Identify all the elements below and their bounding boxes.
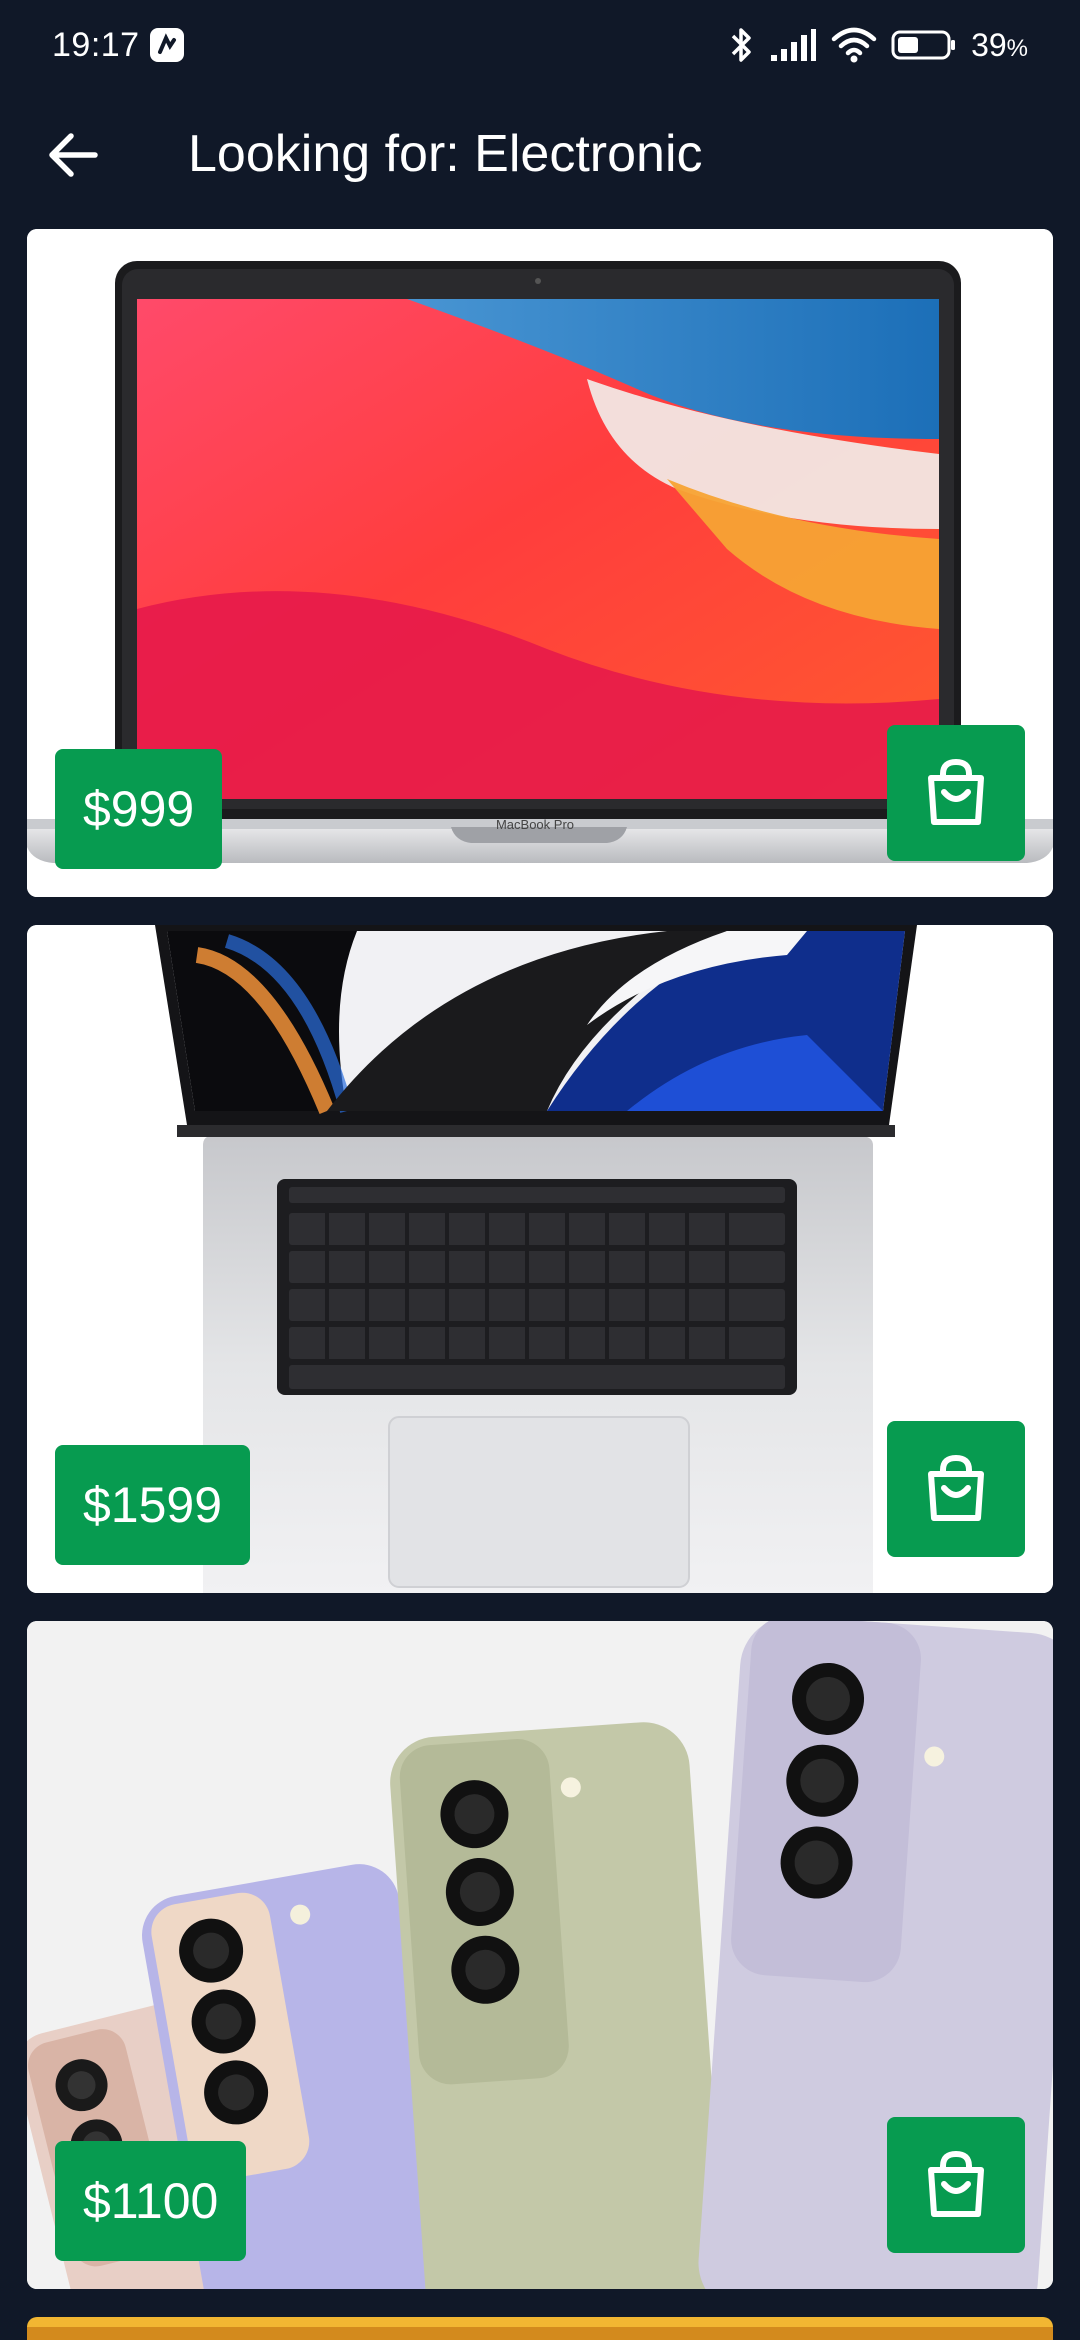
shopping-bag-icon — [928, 2150, 984, 2217]
product-card[interactable]: $1100 — [27, 1621, 1053, 2289]
shopping-bag-icon — [928, 1454, 984, 1521]
status-bar: 19:17 39% — [0, 0, 1080, 90]
battery-unit: % — [1006, 34, 1028, 62]
battery-text: 39% — [971, 27, 1028, 64]
price-badge: $1599 — [55, 1445, 251, 1565]
battery-percent: 39 — [971, 26, 1007, 63]
wifi-icon — [831, 27, 877, 63]
price-badge: $999 — [55, 749, 223, 869]
add-to-cart-button[interactable] — [887, 1421, 1025, 1557]
signal-icon — [771, 29, 817, 61]
back-button[interactable] — [40, 122, 106, 188]
product-card-partial[interactable] — [27, 2317, 1053, 2340]
price-badge: $1100 — [55, 2141, 247, 2261]
app-notification-icon — [149, 28, 184, 62]
status-time: 19:17 — [52, 25, 140, 64]
page-title: Looking for: Electronic — [188, 125, 703, 183]
bluetooth-icon — [731, 28, 751, 62]
add-to-cart-button[interactable] — [887, 725, 1025, 861]
product-list-screen: 19:17 39% Looking for: Electronic MacBoo… — [0, 0, 1080, 2340]
product-card[interactable]: $1599 — [27, 925, 1053, 1593]
product-image-partial — [27, 2327, 1053, 2340]
laptop-screen-label: MacBook Pro — [496, 817, 574, 832]
battery-icon — [891, 30, 956, 60]
arrow-left-icon — [49, 133, 98, 177]
product-card[interactable]: MacBook Pro $999 — [27, 229, 1053, 897]
app-bar: Looking for: Electronic — [0, 100, 1080, 210]
add-to-cart-button[interactable] — [887, 2117, 1025, 2253]
status-icons: 39% — [729, 25, 1028, 65]
shopping-bag-icon — [928, 758, 984, 825]
